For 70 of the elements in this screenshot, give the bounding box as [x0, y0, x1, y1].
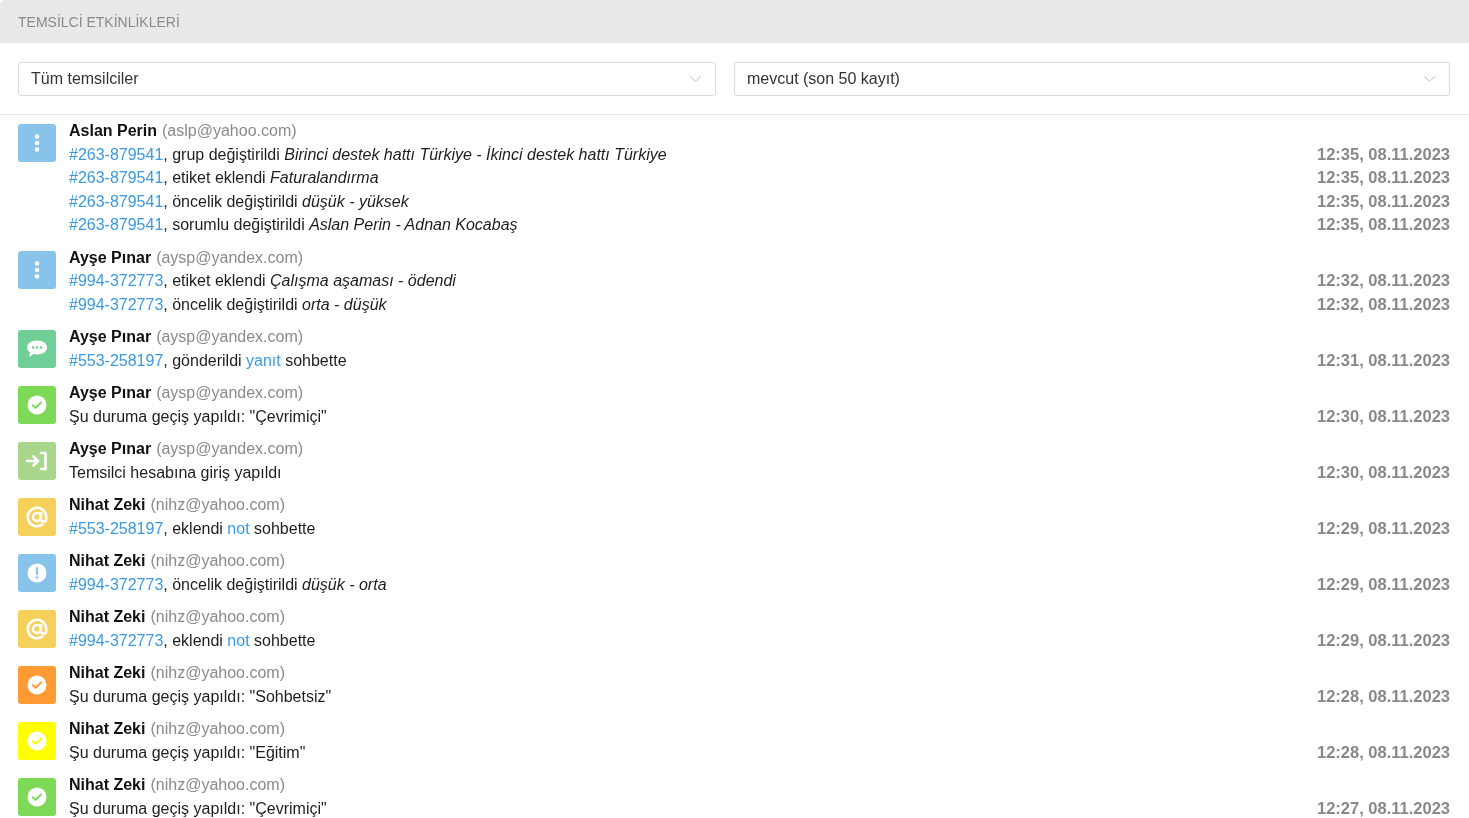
ticket-link[interactable]: #263-879541 — [69, 169, 164, 186]
activity-time: 12:28, 08.11.2023 — [1316, 741, 1450, 763]
ticket-link[interactable]: #994-372773 — [69, 631, 164, 649]
agent-name: Nihat Zeki — [69, 664, 146, 681]
activity-text: #553-258197, gönderildi yanıt sohbette — [69, 350, 347, 371]
agent-email: (nihz@yahoo.com) — [150, 608, 285, 625]
agent-email: (nihz@yahoo.com) — [150, 776, 285, 793]
text-link[interactable]: yanıt — [246, 351, 281, 369]
activity-time: 12:29, 08.11.2023 — [1316, 629, 1450, 651]
agent-name: Ayşe Pınar — [69, 440, 152, 457]
agent-email: (nihz@yahoo.com) — [150, 720, 285, 737]
agent-dropdown[interactable]: Tüm temsilciler — [18, 62, 716, 96]
ticket-link[interactable]: #994-372773 — [69, 295, 164, 313]
agent-email: (nihz@yahoo.com) — [150, 496, 285, 513]
activity-text: Şu duruma geçiş yapıldı: "Sohbetsiz" — [69, 686, 332, 707]
activity-time: 12:30, 08.11.2023 — [1316, 405, 1450, 427]
ticket-link[interactable]: #553-258197 — [69, 351, 164, 369]
activity-time: 12:32, 08.11.2023 — [1316, 293, 1450, 315]
activity-time: 12:35, 08.11.2023 — [1316, 190, 1450, 212]
activity-time: 12:35, 08.11.2023 — [1316, 214, 1450, 235]
activity-time: 12:35, 08.11.2023 — [1316, 143, 1450, 165]
activity-text: #994-372773, öncelik değiştirildi orta - düşük — [69, 294, 387, 315]
activity-time: 12:31, 08.11.2023 — [1316, 349, 1450, 371]
activity-text: #994-372773, etiket eklendi Çalışma aşaması - ödendi — [69, 271, 456, 291]
agent-name: Nihat Zeki — [69, 552, 146, 569]
agent-name: Ayşe Pınar — [69, 328, 152, 345]
period-dropdown[interactable]: mevcut (son 50 kayıt) — [734, 62, 1450, 96]
agent-email: (nihz@yahoo.com) — [150, 664, 285, 681]
activity-time: 12:29, 08.11.2023 — [1316, 517, 1450, 539]
activity-text: #263-879541, etiket eklendi Faturalandırma — [69, 168, 379, 188]
agent-email: (nihz@yahoo.com) — [150, 552, 285, 569]
activity-time: 12:29, 08.11.2023 — [1316, 573, 1450, 595]
ticket-link[interactable]: #263-879541 — [69, 145, 164, 163]
activity-text: #263-879541, grup değiştirildi Birinci destek hattı Türkiye - İkinci destek hattı Türkiye — [69, 144, 667, 165]
agent-email: (aslp@yahoo.com) — [162, 122, 297, 139]
chevron-down-icon — [690, 76, 701, 82]
activity-text: #553-258197, eklendi not sohbette — [69, 518, 316, 539]
text-link[interactable]: not — [227, 631, 250, 649]
agent-name: Nihat Zeki — [69, 496, 146, 513]
activity-time: 12:32, 08.11.2023 — [1316, 270, 1450, 291]
activity-text: Şu duruma geçiş yapıldı: "Çevrimiçi" — [69, 406, 327, 427]
activity-text: #263-879541, öncelik değiştirildi düşük - yüksek — [69, 191, 409, 212]
ticket-link[interactable]: #553-258197 — [69, 519, 164, 537]
agent-email: (aysp@yandex.com) — [156, 328, 304, 345]
panel-title: TEMSİLCİ ETKİNLİKLERİ — [18, 13, 180, 30]
activity-text: Temsilci hesabına giriş yapıldı — [69, 462, 282, 483]
activity-text: #263-879541, sorumlu değiştirildi Aslan Perin - Adnan Kocabaş — [69, 215, 518, 235]
agent-name: Nihat Zeki — [69, 776, 146, 793]
agent-email: (aysp@yandex.com) — [156, 248, 304, 266]
agent-email: (aysp@yandex.com) — [156, 440, 304, 457]
activity-time: 12:30, 08.11.2023 — [1316, 461, 1450, 483]
activity-text: Şu duruma geçiş yapıldı: "Eğitim" — [69, 742, 306, 763]
agent-name: Nihat Zeki — [69, 608, 146, 625]
agent-name: Ayşe Pınar — [69, 248, 152, 266]
ticket-link[interactable]: #263-879541 — [69, 192, 164, 210]
activity-text: #994-372773, eklendi not sohbette — [69, 630, 316, 651]
agent-name: Ayşe Pınar — [69, 384, 152, 401]
agent-email: (aysp@yandex.com) — [156, 384, 304, 401]
activity-text: #994-372773, öncelik değiştirildi düşük - orta — [69, 574, 387, 595]
ticket-link[interactable]: #994-372773 — [69, 272, 164, 289]
agent-name: Nihat Zeki — [69, 720, 146, 737]
text-link[interactable]: not — [227, 519, 250, 537]
agent-name: Aslan Perin — [69, 122, 158, 139]
activity-time: 12:27, 08.11.2023 — [1316, 797, 1450, 818]
activity-text: Şu duruma geçiş yapıldı: "Çevrimiçi" — [69, 798, 327, 818]
chevron-down-icon — [1424, 76, 1435, 82]
activity-time: 12:35, 08.11.2023 — [1316, 167, 1450, 188]
ticket-link[interactable]: #994-372773 — [69, 575, 164, 593]
ticket-link[interactable]: #263-879541 — [69, 216, 164, 233]
activity-time: 12:28, 08.11.2023 — [1316, 685, 1450, 707]
